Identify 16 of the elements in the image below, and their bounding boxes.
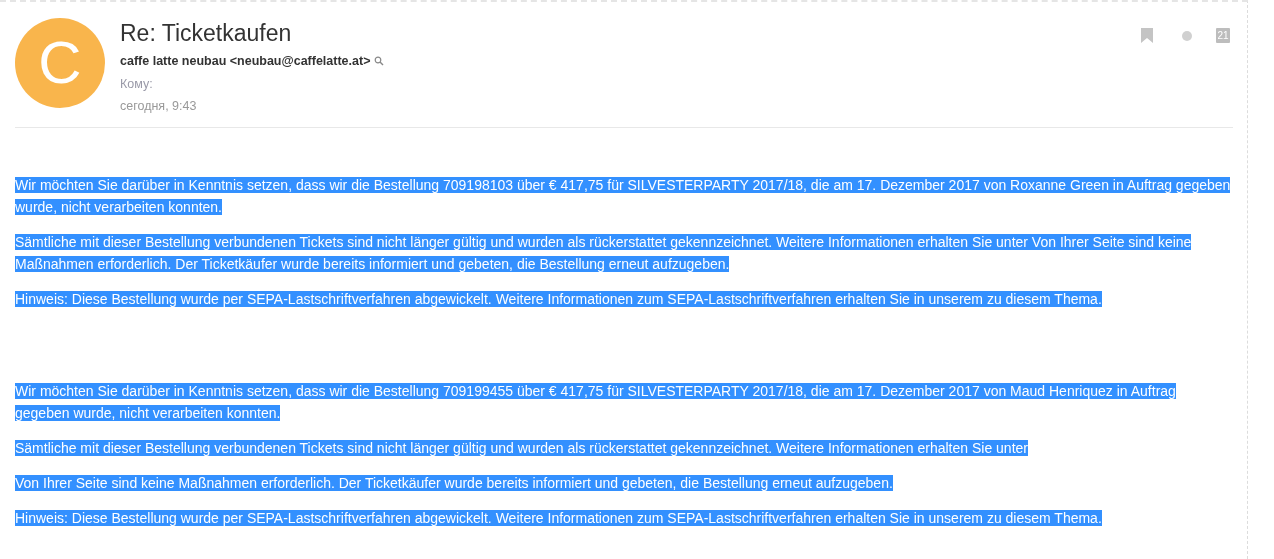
paragraph: Sämtliche mit dieser Bestellung verbundenen Tickets sind nicht länger gültig und wurden als rückerstattet gekennzeichnet. Weitere Informationen erhalten Sie unter Von Ihrer Seite sind keine Maßnahmen erforderlich. Der Ticketkäufer wurde bereits informiert und gebeten, die Bestellung erneut aufzugeben. bbox=[15, 233, 1193, 275]
bookmark-icon[interactable] bbox=[1141, 28, 1153, 43]
paragraph: Von Ihrer Seite sind keine Maßnahmen erforderlich. Der Ticketkäufer wurde bereits informiert und gebeten, die Bestellung erneut aufzugeben. bbox=[15, 474, 894, 494]
paragraph: Hinweis: Diese Bestellung wurde per SEPA-Lastschriftverfahren abgewickelt. Weitere Informationen zum SEPA-Lastschriftverfahren erhalten Sie in unserem zu diesem Thema. bbox=[15, 509, 1103, 529]
calendar-icon[interactable]: 21 bbox=[1216, 28, 1230, 43]
paragraph: Wir möchten Sie darüber in Kenntnis setzen, dass wir die Bestellung 709199455 über € 417,75 für SILVESTERPARTY 2017/18, die am 17. Dezember 2017 von Maud Henriquez in Auftrag gegeben wurde, nicht verarbeiten konnten. bbox=[15, 382, 1177, 424]
recipient-label: Кому: bbox=[120, 75, 154, 93]
avatar: C bbox=[15, 18, 105, 108]
search-icon[interactable] bbox=[374, 56, 385, 67]
date: сегодня, 9:43 bbox=[120, 97, 198, 115]
sender: caffe latte neubau <neubau@caffelatte.at> bbox=[120, 53, 371, 70]
dot-icon[interactable] bbox=[1182, 31, 1192, 41]
paragraph: Sämtliche mit dieser Bestellung verbundenen Tickets sind nicht länger gültig und wurden als rückerstattet gekennzeichnet. Weitere Informationen erhalten Sie unter bbox=[15, 439, 1029, 459]
email-subject: Re: Ticketkaufen bbox=[120, 19, 293, 47]
paragraph: Wir möchten Sie darüber in Kenntnis setzen, dass wir die Bestellung 709198103 über € 417,75 für SILVESTERPARTY 2017/18, die am 17. Dezember 2017 von Roxanne Green in Auftrag gegeben wurde, nicht verarbeiten konnten. bbox=[15, 176, 1232, 218]
paragraph: Hinweis: Diese Bestellung wurde per SEPA-Lastschriftverfahren abgewickelt. Weitere Informationen zum SEPA-Lastschriftverfahren erhalten Sie in unserem zu diesem Thema. bbox=[15, 290, 1103, 310]
